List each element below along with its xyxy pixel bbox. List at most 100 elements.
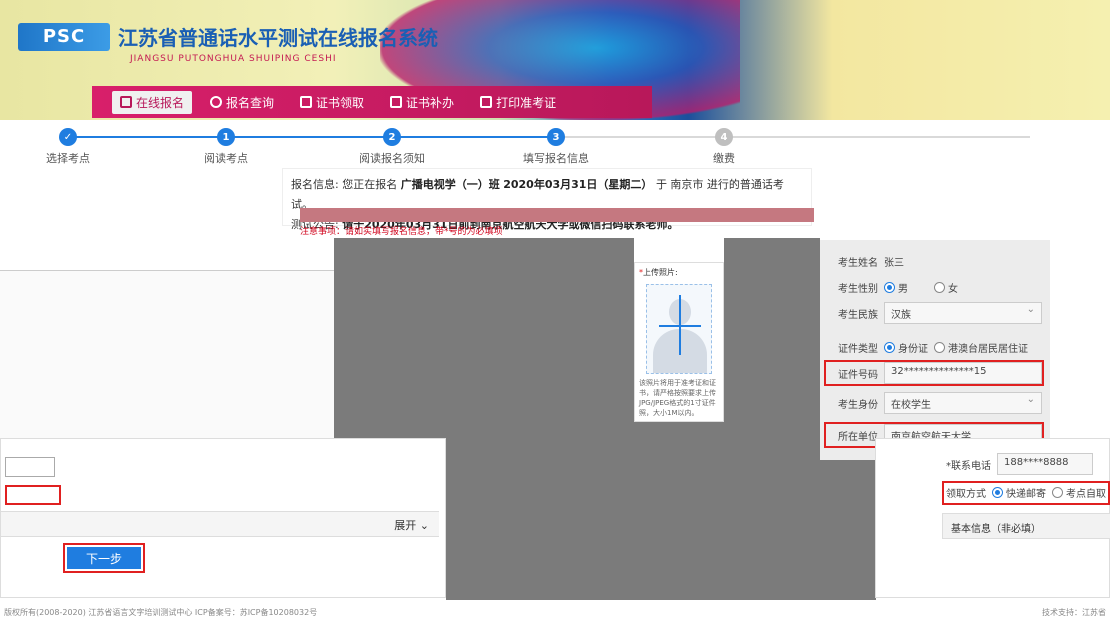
- radio-label: 快递邮寄: [1006, 489, 1046, 500]
- name-row: 考生姓名 张三: [826, 250, 904, 272]
- nav-label: 证书领取: [316, 95, 365, 110]
- mail-express-radio[interactable]: 快递邮寄: [992, 485, 1046, 500]
- info-org: 广播电视学（一）班: [400, 178, 500, 191]
- basic-info-section[interactable]: 基本信息（非必填）: [942, 513, 1110, 539]
- radio-label: 考点自取: [1066, 489, 1106, 500]
- left-lower-panel: 展开 ⌄ 下一步: [0, 438, 446, 598]
- search-icon: [210, 96, 223, 108]
- phone-input[interactable]: 188****8888: [997, 453, 1093, 475]
- step-2: 1 阅读考点: [171, 128, 281, 166]
- radio-label: 男: [898, 283, 908, 295]
- applicant-form: 考生姓名 张三 考生性别 男 女 考生民族 汉族 证件类型 身份证 港澳台居民居…: [820, 240, 1050, 460]
- field-label: 证件号码: [838, 369, 878, 381]
- modal-overlay: [446, 420, 876, 600]
- nav-label: 在线报名: [136, 95, 185, 110]
- step-label: 填写报名信息: [523, 152, 589, 165]
- nav-label: 打印准考证: [496, 95, 557, 110]
- radio-dot: [884, 281, 895, 293]
- radio-label: 女: [948, 283, 958, 295]
- psc-logo-mark: PSC: [18, 22, 110, 51]
- step-number: 1: [217, 128, 235, 146]
- identity-select[interactable]: 在校学生: [884, 392, 1042, 414]
- expand-row: 展开 ⌄: [1, 511, 439, 537]
- step-label: 选择考点: [46, 152, 90, 165]
- photo-upload-button[interactable]: [646, 284, 712, 374]
- nation-select[interactable]: 汉族: [884, 302, 1042, 324]
- radio-dot: [934, 281, 945, 293]
- modal-overlay: [334, 238, 634, 438]
- photo-note: 该照片将用于准考证和证书，请严格按照要求上传JPG/JPEG格式的1寸证件照，大…: [639, 379, 716, 417]
- field-label: 证件类型: [838, 343, 878, 355]
- site-subtitle: JIANGSU PUTONGHUA SHUIPING CESHI: [130, 54, 337, 64]
- id-type-idcard-radio[interactable]: 身份证: [884, 340, 928, 355]
- radio-dot: [934, 341, 945, 353]
- gender-male-radio[interactable]: 男: [884, 280, 908, 295]
- photo-label-text: 上传照片:: [643, 268, 678, 277]
- name-value: 张三: [884, 257, 904, 269]
- print-icon: [480, 96, 493, 108]
- text-field[interactable]: [5, 457, 55, 477]
- field-label: 考生姓名: [838, 257, 878, 269]
- nav-online-signup[interactable]: 在线报名: [112, 90, 193, 114]
- mail-pickup-radio[interactable]: 考点自取: [1052, 485, 1106, 500]
- gender-row: 考生性别 男 女: [826, 276, 958, 298]
- footer-copyright: 版权所有(2008-2020) 江苏省语言文字培训测试中心 ICP备案号：苏IC…: [4, 608, 318, 617]
- radio-dot: [992, 487, 1003, 498]
- id-type-residence-radio[interactable]: 港澳台居民居住证: [934, 340, 1028, 355]
- site-logo[interactable]: PSC 江苏省普通话水平测试在线报名系统: [18, 22, 438, 51]
- step-number: 2: [383, 128, 401, 146]
- radio-dot: [1052, 487, 1063, 498]
- nav-certificate[interactable]: 证书领取: [292, 91, 372, 114]
- step-number: 4: [715, 128, 733, 146]
- info-prefix: 报名信息: 您正在报名: [291, 178, 398, 191]
- highlighted-field[interactable]: [5, 485, 61, 505]
- page-root: PSC 江苏省普通话水平测试在线报名系统 JIANGSU PUTONGHUA S…: [0, 0, 1110, 621]
- field-label: 考生民族: [838, 309, 878, 321]
- site-title: 江苏省普通话水平测试在线报名系统: [118, 26, 438, 50]
- step-number: 3: [547, 128, 565, 146]
- nav-print-admission[interactable]: 打印准考证: [472, 91, 564, 114]
- next-step-button[interactable]: 下一步: [67, 547, 141, 569]
- radio-label: 身份证: [898, 343, 928, 355]
- main-nav: 在线报名 报名查询 证书领取 证书补办 打印准考证: [92, 86, 652, 118]
- certificate-icon: [300, 96, 313, 108]
- nav-label: 报名查询: [226, 95, 275, 110]
- photo-upload-card: *上传照片: 该照片将用于准考证和证书，请严格按照要求上传JPG/JPEG格式的…: [634, 262, 724, 422]
- nav-label: 证书补办: [406, 95, 455, 110]
- warning-text: 注意事项：请如实填写报名信息，带*号的为必填项: [300, 227, 503, 237]
- nav-query[interactable]: 报名查询: [202, 91, 282, 114]
- step-1: ✓ 选择考点: [13, 128, 123, 166]
- step-track-done: [60, 136, 560, 138]
- field-label: 所在单位: [838, 431, 878, 443]
- edit-icon: [120, 96, 132, 108]
- id-number-row: 证件号码 32**************15: [826, 362, 1042, 384]
- step-4: 3 填写报名信息: [501, 128, 611, 166]
- step-check-icon: ✓: [59, 128, 77, 146]
- modal-overlay: [724, 238, 820, 438]
- right-lower-panel: *联系电话 188****8888 领取方式 快递邮寄 考点自取 基本信息（非必…: [875, 438, 1110, 598]
- step-label: 阅读考点: [204, 152, 248, 165]
- field-label: 领取方式: [946, 489, 986, 500]
- notice-highlight-bar: [300, 208, 814, 222]
- nav-reissue[interactable]: 证书补办: [382, 91, 462, 114]
- field-label: 考生身份: [838, 399, 878, 411]
- header-banner: PSC 江苏省普通话水平测试在线报名系统 JIANGSU PUTONGHUA S…: [0, 0, 1110, 120]
- gender-female-radio[interactable]: 女: [934, 280, 958, 295]
- expand-button[interactable]: 展开 ⌄: [394, 517, 429, 533]
- photo-label: *上传照片:: [639, 267, 719, 278]
- phone-row: *联系电话 188****8888: [946, 453, 1093, 475]
- progress-steps: ✓ 选择考点 1 阅读考点 2 阅读报名须知 3 填写报名信息 4 缴费: [0, 122, 1110, 166]
- step-5: 4 缴费: [669, 128, 779, 166]
- radio-dot: [884, 341, 895, 353]
- footer-support: 技术支持：江苏省: [1042, 608, 1106, 617]
- nation-row: 考生民族 汉族: [826, 302, 1042, 324]
- id-type-row: 证件类型 身份证 港澳台居民居住证: [826, 336, 1028, 358]
- info-date: 2020年03月31日（星期二）: [503, 178, 653, 191]
- id-number-input[interactable]: 32**************15: [884, 362, 1042, 384]
- step-3: 2 阅读报名须知: [337, 128, 447, 166]
- radio-label: 港澳台居民居住证: [948, 343, 1028, 355]
- field-label: *联系电话: [946, 460, 991, 472]
- step-label: 阅读报名须知: [359, 152, 425, 165]
- document-icon: [390, 96, 403, 108]
- step-label: 缴费: [713, 152, 735, 165]
